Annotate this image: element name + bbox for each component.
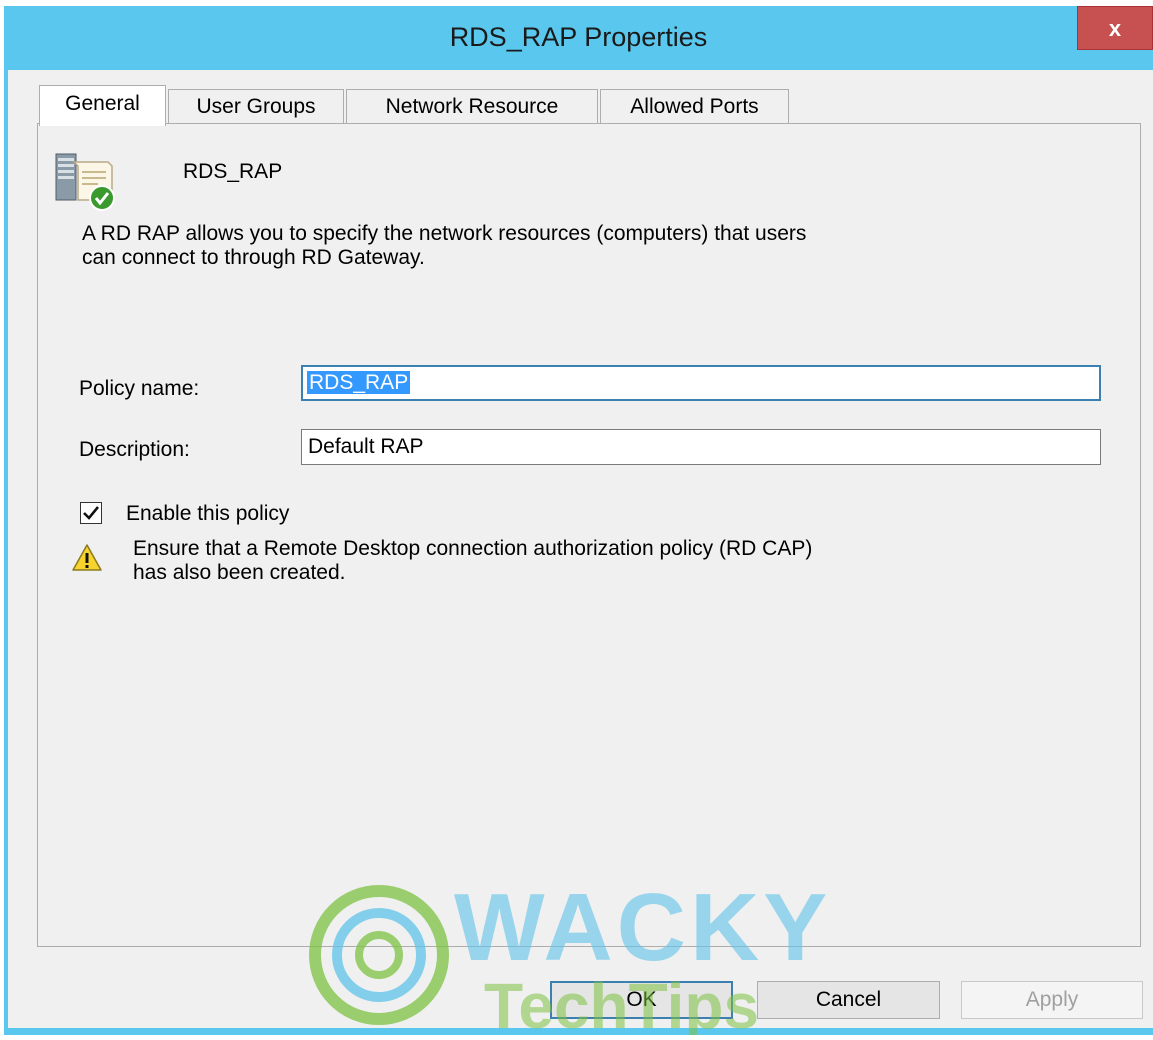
tab-user-groups[interactable]: User Groups [168,89,344,123]
enable-policy-checkbox[interactable] [80,502,102,524]
dialog-client-area: General User Groups Network Resource All… [8,70,1153,1028]
properties-window: RDS_RAP Properties x General User Groups… [4,6,1153,1035]
cancel-button[interactable]: Cancel [757,981,940,1019]
tab-allowed-ports[interactable]: Allowed Ports [600,89,789,123]
window-title: RDS_RAP Properties [449,22,708,52]
title-bar[interactable]: RDS_RAP Properties x [4,6,1153,70]
tab-allowed-ports-label: Allowed Ports [630,95,759,118]
apply-button[interactable]: Apply [961,981,1143,1019]
policy-title: RDS_RAP [183,160,283,183]
policy-description: A RD RAP allows you to specify the netwo… [82,222,806,270]
checkmark-icon [83,506,100,520]
tab-general[interactable]: General [39,85,166,126]
enable-policy-label[interactable]: Enable this policy [126,502,289,526]
description-field[interactable]: Default RAP [301,429,1101,465]
policy-name-field[interactable]: RDS_RAP [301,365,1101,401]
warning-message: Ensure that a Remote Desktop connection … [133,537,812,585]
tab-general-label: General [65,92,140,115]
tab-user-groups-label: User Groups [196,95,316,118]
warning-icon [71,543,103,573]
warning-line-1: Ensure that a Remote Desktop connection … [133,537,813,560]
description-line-1: A RD RAP allows you to specify the netwo… [82,222,807,245]
description-line-2: can connect to through RD Gateway. [82,246,425,269]
general-tab-panel: RDS_RAP A RD RAP allows you to specify t… [37,123,1141,947]
policy-name-label: Policy name: [79,377,200,400]
tab-network-resource[interactable]: Network Resource [346,89,598,123]
close-icon: x [1108,16,1122,41]
description-label: Description: [79,438,190,461]
policy-name-value: RDS_RAP [307,371,411,394]
tab-network-resource-label: Network Resource [385,95,559,118]
ok-button[interactable]: OK [550,981,733,1019]
warning-line-2: has also been created. [133,561,346,584]
close-button[interactable]: x [1077,6,1153,50]
policy-server-icon [54,150,120,212]
